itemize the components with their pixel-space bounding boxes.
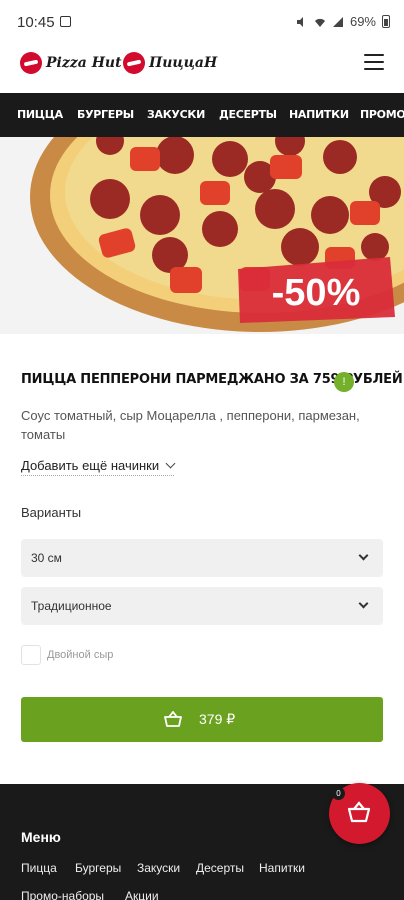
footer-menu-title: Меню bbox=[21, 829, 61, 845]
chevron-down-icon bbox=[358, 598, 369, 609]
footer-link-deals[interactable]: Акции bbox=[125, 889, 159, 900]
menu-hamburger-icon[interactable] bbox=[364, 54, 384, 70]
nav-item-burgers[interactable]: БУРГЕРЫ bbox=[77, 93, 134, 137]
chevron-down-icon bbox=[165, 458, 176, 469]
product-description: Соус томатный, сыр Моцарелла , пепперони… bbox=[21, 408, 360, 442]
footer-link-desserts[interactable]: Десерты bbox=[196, 861, 244, 875]
nav-item-drinks[interactable]: НАПИТКИ bbox=[289, 93, 349, 137]
pizzahut-ru-logo[interactable]: ПиццаН bbox=[123, 52, 217, 74]
mute-icon bbox=[296, 16, 303, 27]
nav-item-snacks[interactable]: ЗАКУСКИ bbox=[147, 93, 205, 137]
logo-secondary-text: ПиццаН bbox=[149, 55, 218, 71]
add-toppings-label: Добавить ещё начинки bbox=[21, 458, 160, 473]
gallery-icon bbox=[60, 16, 71, 27]
footer-link-pizza[interactable]: Пицца bbox=[21, 861, 57, 875]
battery-icon bbox=[382, 15, 390, 28]
add-to-cart-button[interactable]: 379 ₽ bbox=[21, 697, 383, 742]
wifi-icon bbox=[314, 18, 325, 27]
cart-count-badge: 0 bbox=[332, 787, 345, 800]
pizza-hut-logo[interactable]: Pizza Hut bbox=[20, 52, 122, 74]
status-bar: 10:45 69% bbox=[0, 0, 404, 46]
discount-label: -50% bbox=[272, 272, 361, 314]
battery-percent: 69% bbox=[349, 14, 376, 29]
chevron-down-icon bbox=[358, 550, 369, 561]
footer-link-burgers[interactable]: Бургеры bbox=[75, 861, 121, 875]
status-time: 10:45 bbox=[17, 14, 55, 31]
site-header: Pizza Hut ПиццаН bbox=[0, 46, 404, 93]
status-indicators: 69% bbox=[296, 14, 390, 29]
footer-link-promo[interactable]: Промо-наборы bbox=[21, 889, 104, 900]
footer-link-snacks[interactable]: Закуски bbox=[137, 861, 180, 875]
basket-icon bbox=[347, 801, 371, 823]
nav-item-pizza[interactable]: ПИЦЦА bbox=[17, 93, 63, 137]
double-cheese-checkbox[interactable] bbox=[21, 645, 41, 665]
footer-link-drinks[interactable]: Напитки bbox=[259, 861, 305, 875]
logo-primary-text: Pizza Hut bbox=[46, 55, 122, 71]
size-select-value: 30 см bbox=[31, 551, 62, 565]
dough-select-value: Традиционное bbox=[31, 599, 112, 613]
basket-icon bbox=[164, 711, 182, 727]
product-image: -50% bbox=[0, 137, 404, 334]
nav-item-desserts[interactable]: ДЕСЕРТЫ bbox=[219, 93, 277, 137]
pizza-hut-hat-icon bbox=[20, 52, 42, 74]
nav-item-promo[interactable]: ПРОМО-НА bbox=[360, 93, 404, 137]
category-nav: ПИЦЦА БУРГЕРЫ ЗАКУСКИ ДЕСЕРТЫ НАПИТКИ ПР… bbox=[0, 93, 404, 137]
signal-icon bbox=[332, 16, 343, 27]
add-toppings-toggle[interactable]: Добавить ещё начинки bbox=[21, 458, 176, 476]
info-badge[interactable]: ! bbox=[334, 372, 354, 392]
size-select[interactable]: 30 см bbox=[21, 539, 383, 577]
price-label: 379 ₽ bbox=[199, 711, 236, 727]
double-cheese-label: Двойной сыр bbox=[47, 649, 114, 661]
pizza-hut-hat-icon bbox=[123, 52, 145, 74]
dough-select[interactable]: Традиционное bbox=[21, 587, 383, 625]
variants-label: Варианты bbox=[21, 505, 82, 520]
pizza-illustration: -50% bbox=[0, 137, 404, 334]
